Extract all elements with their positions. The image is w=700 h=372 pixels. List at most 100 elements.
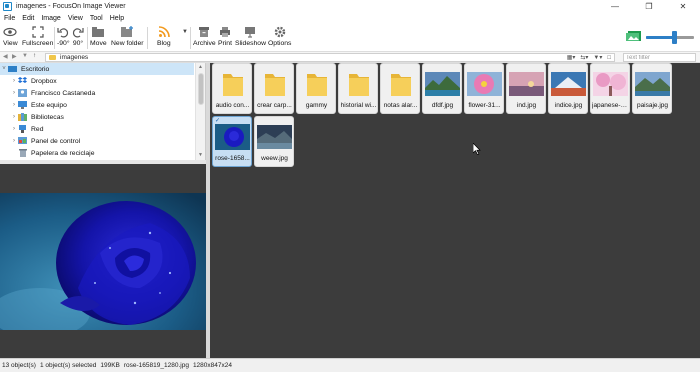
slideshow-button[interactable]: Slideshow [235, 25, 266, 48]
address-field[interactable]: imagenes ▦▾ ⇆▾ ▼▾ □ [45, 53, 615, 62]
rotate-left-label: -90° [57, 40, 70, 47]
tree-item-red[interactable]: › Red [10, 123, 43, 135]
scroll-down-icon[interactable]: ▼ [198, 152, 203, 158]
rotate-right-button[interactable]: 90° [72, 25, 84, 48]
chevron-right-icon[interactable]: › [10, 114, 18, 120]
menu-view[interactable]: View [68, 15, 83, 22]
blog-button[interactable]: Blog [157, 25, 171, 48]
tree-item-label: Dropbox [31, 77, 57, 85]
thumbnail-item[interactable]: paisaje.jpg [632, 63, 672, 114]
archive-icon [198, 25, 210, 39]
chevron-right-icon[interactable]: › [10, 138, 18, 144]
sort-icon[interactable]: ⇆▾ [580, 54, 588, 62]
window-title: imagenes - FocusOn Image Viewer [16, 3, 126, 10]
thumbnail-item[interactable]: ind.jpg [506, 63, 546, 114]
chevron-down-icon[interactable]: ˅ [0, 66, 8, 72]
fullscreen-button[interactable]: Fullscreen [22, 25, 53, 48]
expand-pane-icon[interactable]: □ [607, 54, 611, 62]
thumbnail-item-selected[interactable]: ✓ rose-1658... [212, 116, 252, 167]
thumbnail-item[interactable]: crear carp... [254, 63, 294, 114]
thumbnail-item[interactable]: gammy [296, 63, 336, 114]
print-button[interactable]: Print [218, 25, 232, 48]
rss-icon [158, 25, 170, 39]
landscape-photo [257, 122, 292, 152]
thumbnail-caption: crear carp... [257, 102, 292, 109]
tree-scrollbar[interactable]: ▲ ▼ [195, 63, 205, 160]
computer-icon [18, 101, 27, 109]
minimize-button[interactable]: — [598, 0, 632, 13]
chevron-right-icon[interactable]: › [10, 102, 18, 108]
zoom-slider-thumb[interactable] [671, 31, 677, 44]
rotate-right-label: 90° [72, 40, 84, 47]
restore-button[interactable]: ❐ [632, 0, 666, 13]
up-arrow-icon[interactable]: ↑ [33, 53, 36, 59]
menu-file[interactable]: File [4, 15, 15, 22]
menu-edit[interactable]: Edit [22, 15, 34, 22]
blog-dropdown-arrow[interactable]: ▼ [182, 25, 188, 39]
zoom-slider[interactable] [646, 31, 694, 44]
filter-icon[interactable]: ▼▾ [593, 54, 602, 62]
menu-help[interactable]: Help [110, 15, 124, 22]
rotate-left-button[interactable]: -90° [57, 25, 70, 48]
thumbnail-caption: audio con... [215, 102, 250, 109]
thumbnail-item[interactable]: dfdf.jpg [422, 63, 462, 114]
thumbnail-caption: indice.jpg [554, 102, 583, 109]
move-button[interactable]: Move [90, 25, 107, 48]
thumbnail-caption: rose-1658... [215, 155, 250, 162]
chevron-right-icon[interactable]: › [10, 78, 18, 84]
history-dropdown-icon[interactable]: ▼ [22, 53, 28, 59]
zoom-control [622, 24, 700, 51]
status-dimensions: 1280x847x24 [192, 362, 232, 369]
tree-item-escritorio[interactable]: ˅ Escritorio [0, 63, 194, 75]
archive-button[interactable]: Archive [193, 25, 216, 48]
archive-label: Archive [193, 40, 216, 47]
status-bar: 13 object(s) 1 object(s) selected 199KB … [0, 358, 700, 372]
tree-item-papelera[interactable]: Papelera de reciclaje [10, 147, 94, 159]
text-filter-input[interactable] [623, 53, 696, 62]
toolbar-separator [147, 27, 148, 49]
preview-image [0, 193, 206, 330]
thumbnail-item[interactable]: notas alar... [380, 63, 420, 114]
thumbnail-caption: paisaje.jpg [636, 102, 669, 109]
chevron-right-icon[interactable]: › [10, 126, 18, 132]
network-icon [18, 125, 27, 133]
tree-item-este-equipo[interactable]: › Este equipo [10, 99, 67, 111]
thumbnail-item[interactable]: flower-31... [464, 63, 504, 114]
close-button[interactable]: ✕ [666, 0, 700, 13]
forward-arrow-icon[interactable]: ▶ [12, 53, 17, 60]
control-panel-icon [18, 137, 27, 145]
thumbnail-caption: historial wi... [340, 102, 377, 109]
flower-photo [467, 69, 502, 99]
thumbnail-caption: flower-31... [468, 102, 501, 109]
desktop-icon [8, 65, 17, 73]
chevron-right-icon[interactable]: › [10, 90, 18, 96]
landscape-photo [425, 69, 460, 99]
dropbox-icon [18, 77, 27, 85]
thumbnail-item[interactable]: japanese-c... [590, 63, 630, 114]
print-label: Print [218, 40, 232, 47]
tree-item-user[interactable]: › Francisco Castaneda [10, 87, 95, 99]
blog-label: Blog [157, 40, 171, 47]
menu-image[interactable]: Image [41, 15, 60, 22]
thumbnail-item[interactable]: historial wi... [338, 63, 378, 114]
scroll-up-icon[interactable]: ▲ [198, 64, 203, 70]
back-arrow-icon[interactable]: ◀ [3, 53, 8, 60]
menu-tool[interactable]: Tool [90, 15, 103, 22]
tree-item-label: Este equipo [31, 101, 67, 109]
toolbar-separator [190, 27, 191, 49]
tree-item-panel-de-control[interactable]: › Panel de control [10, 135, 80, 147]
thumbnail-caption: weew.jpg [261, 155, 288, 162]
tree-item-bibliotecas[interactable]: › Bibliotecas [10, 111, 64, 123]
landscape-photo [635, 69, 670, 99]
thumbnail-view-icon[interactable]: ▦▾ [567, 54, 576, 62]
scrollbar-thumb[interactable] [198, 73, 204, 105]
options-button[interactable]: Options [268, 25, 291, 48]
tree-item-label: Panel de control [31, 137, 81, 145]
view-button[interactable]: View [3, 25, 18, 48]
tree-item-dropbox[interactable]: › Dropbox [10, 75, 57, 87]
thumbnail-item[interactable]: audio con... [212, 63, 252, 114]
thumbnail-item[interactable]: weew.jpg [254, 116, 294, 167]
thumbnail-caption: notas alar... [383, 102, 418, 109]
new-folder-button[interactable]: New folder [111, 25, 144, 48]
thumbnail-item[interactable]: indice.jpg [548, 63, 588, 114]
